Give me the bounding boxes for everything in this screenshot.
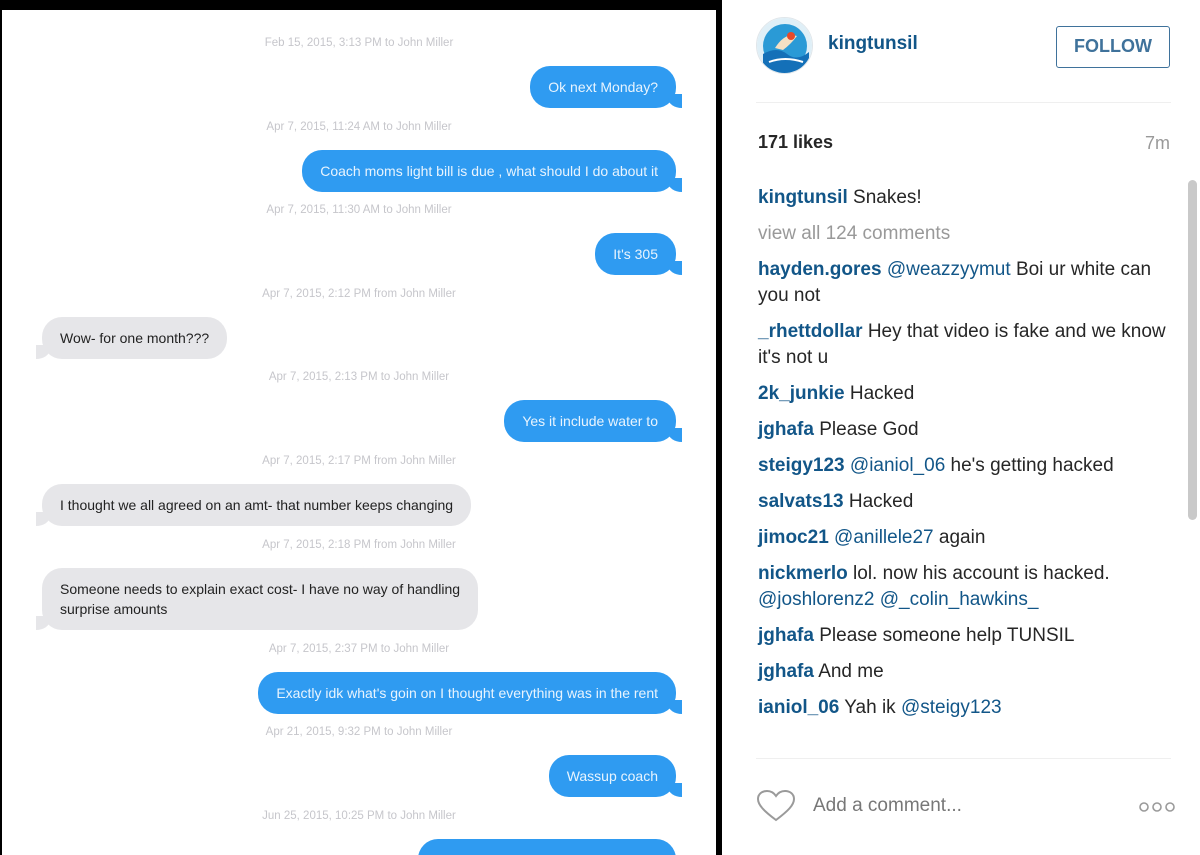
comments-scrollbar[interactable] <box>1188 180 1197 520</box>
message-group: Jun 25, 2015, 10:25 PM to John Miller Can… <box>2 807 716 855</box>
comment: 2k_junkie Hacked <box>758 381 1178 407</box>
sent-message-bubble[interactable]: Exactly idk what's goin on I thought eve… <box>258 672 682 714</box>
comments-section: kingtunsil Snakes! view all 124 comments… <box>758 185 1178 731</box>
view-all-comments-link[interactable]: view all 124 comments <box>758 221 1178 247</box>
comment-text: Yah ik <box>844 697 896 718</box>
comment: jghafa And me <box>758 659 1178 685</box>
message-group: Apr 7, 2015, 2:18 PM from John Miller Som… <box>2 536 716 640</box>
instagram-post-panel: kingtunsil FOLLOW 171 likes 7m kingtunsi… <box>722 0 1200 855</box>
comment-username[interactable]: jimoc21 <box>758 527 829 548</box>
message-group: Apr 7, 2015, 2:12 PM from John Miller Wow… <box>2 285 716 369</box>
sent-message-bubble[interactable]: Can u meet me at the lof right now? <box>418 839 676 855</box>
comment-text: he's getting hacked <box>950 455 1114 476</box>
comment-username[interactable]: nickmerlo <box>758 563 848 584</box>
comment-list: hayden.gores @weazzyymut Boi ur white ca… <box>758 257 1178 721</box>
comment-mention[interactable]: @anillele27 <box>834 527 934 548</box>
received-message-bubble[interactable]: Wow- for one month??? <box>35 317 228 359</box>
comment-username[interactable]: 2k_junkie <box>758 383 845 404</box>
message-timestamp: Apr 7, 2015, 2:12 PM from John Miller <box>262 288 456 300</box>
header-divider <box>756 102 1171 103</box>
comment-text: Please God <box>819 419 919 440</box>
message-group: Apr 7, 2015, 2:17 PM from John Miller I t… <box>2 452 716 536</box>
comment: nickmerlo lol. now his account is hacked… <box>758 561 1178 613</box>
comment-mention[interactable]: @steigy123 <box>901 697 1002 718</box>
heart-icon[interactable] <box>756 789 796 823</box>
message-group: Apr 7, 2015, 2:37 PM to John Miller Exact… <box>2 640 716 724</box>
message-group: Apr 7, 2015, 11:24 AM to John Miller Coac… <box>2 118 716 202</box>
message-group: Apr 21, 2015, 9:32 PM to John Miller Wass… <box>2 723 716 807</box>
comment-username[interactable]: jghafa <box>758 661 814 682</box>
post-username[interactable]: kingtunsil <box>828 33 918 55</box>
sent-message-bubble[interactable]: Ok next Monday? <box>530 66 682 108</box>
more-options-icon[interactable] <box>1138 799 1176 815</box>
comment: salvats13 Hacked <box>758 489 1178 515</box>
post-time: 7m <box>1144 133 1170 153</box>
follow-button[interactable]: FOLLOW <box>1056 26 1170 68</box>
sent-message-bubble[interactable]: It's 305 <box>595 233 682 275</box>
message-group: Feb 15, 2015, 3:13 PM to John Miller Ok n… <box>2 34 716 118</box>
comment-mention[interactable]: @ianiol_06 <box>850 455 945 476</box>
comment-bar <box>756 785 1176 829</box>
sent-message-bubble[interactable]: Wassup coach <box>548 755 683 797</box>
comment-username[interactable]: jghafa <box>758 625 814 646</box>
comment: hayden.gores @weazzyymut Boi ur white ca… <box>758 257 1178 309</box>
comment-username[interactable]: jghafa <box>758 419 814 440</box>
received-message-bubble[interactable]: I thought we all agreed on an amt- that … <box>35 484 472 526</box>
caption-text: Snakes! <box>853 187 922 208</box>
message-thread: Feb 15, 2015, 3:13 PM to John Miller Ok n… <box>0 0 722 855</box>
comment: jimoc21 @anillele27 again <box>758 525 1178 551</box>
message-timestamp: Jun 25, 2015, 10:25 PM to John Miller <box>262 810 456 822</box>
comment: ianiol_06 Yah ik @steigy123 <box>758 695 1178 721</box>
message-timestamp: Apr 7, 2015, 2:37 PM to John Miller <box>268 643 450 655</box>
comment-text: And me <box>818 661 884 682</box>
message-timestamp: Feb 15, 2015, 3:13 PM to John Miller <box>264 37 454 49</box>
message-timestamp: Apr 7, 2015, 11:30 AM to John Miller <box>266 204 452 216</box>
comment-text: Please someone help TUNSIL <box>819 625 1075 646</box>
comment: jghafa Please God <box>758 417 1178 443</box>
comment-username[interactable]: hayden.gores <box>758 259 882 280</box>
comment: steigy123 @ianiol_06 he's getting hacked <box>758 453 1178 479</box>
received-message-bubble[interactable]: Someone needs to explain exact cost- I h… <box>35 568 479 630</box>
message-timestamp: Apr 7, 2015, 2:18 PM from John Miller <box>262 539 456 551</box>
comment: jghafa Please someone help TUNSIL <box>758 623 1178 649</box>
comment: _rhettdollar Hey that video is fake and … <box>758 319 1178 371</box>
comment-mention[interactable]: @joshlorenz2 @_colin_hawkins_ <box>758 589 1038 610</box>
comment-input[interactable] <box>813 791 1113 821</box>
comment-text: lol. now his account is hacked. <box>853 563 1110 584</box>
footer-divider <box>756 758 1171 759</box>
sent-message-bubble[interactable]: Coach moms light bill is due , what shou… <box>302 150 682 192</box>
comment-text: Hacked <box>848 491 914 512</box>
caption: kingtunsil Snakes! <box>758 185 1178 211</box>
likes-count[interactable]: 171 likes <box>758 132 833 153</box>
message-group: Apr 7, 2015, 2:13 PM to John Miller Yes i… <box>2 368 716 452</box>
caption-username[interactable]: kingtunsil <box>758 187 848 208</box>
message-timestamp: Apr 7, 2015, 11:24 AM to John Miller <box>266 121 452 133</box>
sent-message-bubble[interactable]: Yes it include water to <box>504 400 682 442</box>
comment-text: Hacked <box>849 383 915 404</box>
avatar[interactable] <box>756 17 813 74</box>
message-group: Apr 7, 2015, 11:30 AM to John Miller It's… <box>2 201 716 285</box>
comment-username[interactable]: ianiol_06 <box>758 697 839 718</box>
message-timestamp: Apr 7, 2015, 2:17 PM from John Miller <box>262 455 456 467</box>
comment-username[interactable]: steigy123 <box>758 455 845 476</box>
message-timestamp: Apr 7, 2015, 2:13 PM to John Miller <box>268 371 450 383</box>
message-timestamp: Apr 21, 2015, 9:32 PM to John Miller <box>265 726 453 738</box>
comment-username[interactable]: salvats13 <box>758 491 844 512</box>
comment-text: again <box>938 527 986 548</box>
avatar-image <box>757 18 812 73</box>
comment-username[interactable]: _rhettdollar <box>758 321 863 342</box>
comment-mention[interactable]: @weazzyymut <box>887 259 1011 280</box>
